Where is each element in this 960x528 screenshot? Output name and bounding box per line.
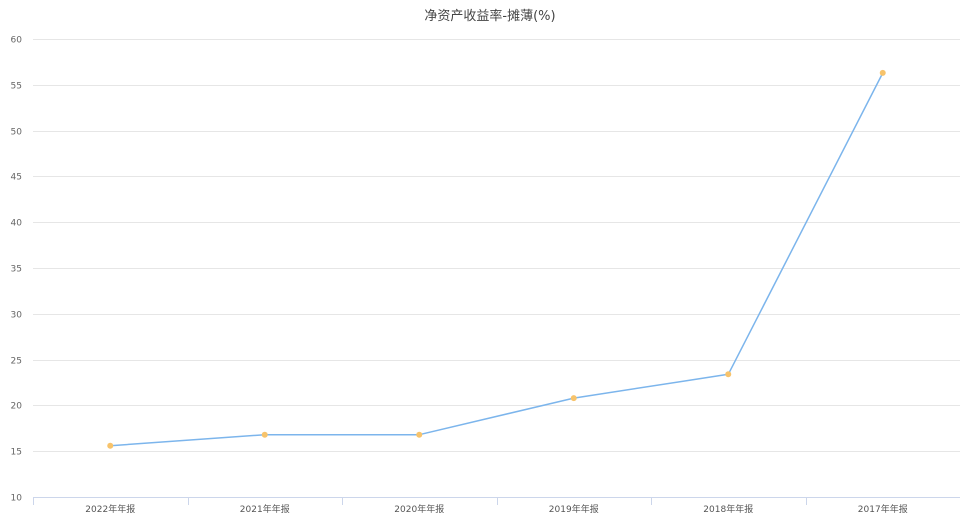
y-tick-label: 40 <box>11 219 23 229</box>
y-tick-label: 55 <box>11 82 22 92</box>
grid-lines <box>33 39 960 452</box>
y-axis: 10 15 20 25 30 35 40 45 50 55 60 <box>11 36 23 504</box>
x-tick-label: 2021年年报 <box>240 503 290 515</box>
x-axis: 2022年年报 2021年年报 2020年年报 2019年年报 2018年年报 2017年… <box>33 497 960 515</box>
y-tick-label: 50 <box>11 128 23 138</box>
series-line <box>110 72 884 447</box>
y-tick-label: 10 <box>11 494 23 504</box>
line-chart: 净资产收益率-摊薄(%) 10 15 20 25 30 35 40 45 50 55 60 2022… <box>11 8 960 515</box>
data-point[interactable] <box>416 431 423 438</box>
data-point[interactable] <box>261 431 268 438</box>
x-tick-label: 2022年年报 <box>85 503 135 515</box>
y-tick-label: 35 <box>11 265 22 275</box>
y-tick-label: 60 <box>11 36 23 46</box>
x-tick-label: 2020年年报 <box>394 503 444 515</box>
data-point[interactable] <box>570 395 577 402</box>
y-tick-label: 25 <box>11 357 22 367</box>
data-point[interactable] <box>107 442 114 449</box>
y-tick-label: 15 <box>11 448 22 458</box>
y-tick-label: 30 <box>11 311 23 321</box>
chart: 净资产收益率-摊薄(%) 10 15 20 25 30 35 40 45 50 55 60 2022… <box>0 0 960 528</box>
x-tick-label: 2019年年报 <box>549 503 599 515</box>
data-point[interactable] <box>879 69 886 76</box>
y-tick-label: 20 <box>11 402 23 412</box>
x-tick-label: 2018年年报 <box>703 503 753 515</box>
x-tick-label: 2017年年报 <box>858 503 908 515</box>
data-point[interactable] <box>725 371 732 378</box>
y-tick-label: 45 <box>11 173 22 183</box>
chart-title: 净资产收益率-摊薄(%) <box>424 8 555 24</box>
series-layer <box>107 69 886 449</box>
